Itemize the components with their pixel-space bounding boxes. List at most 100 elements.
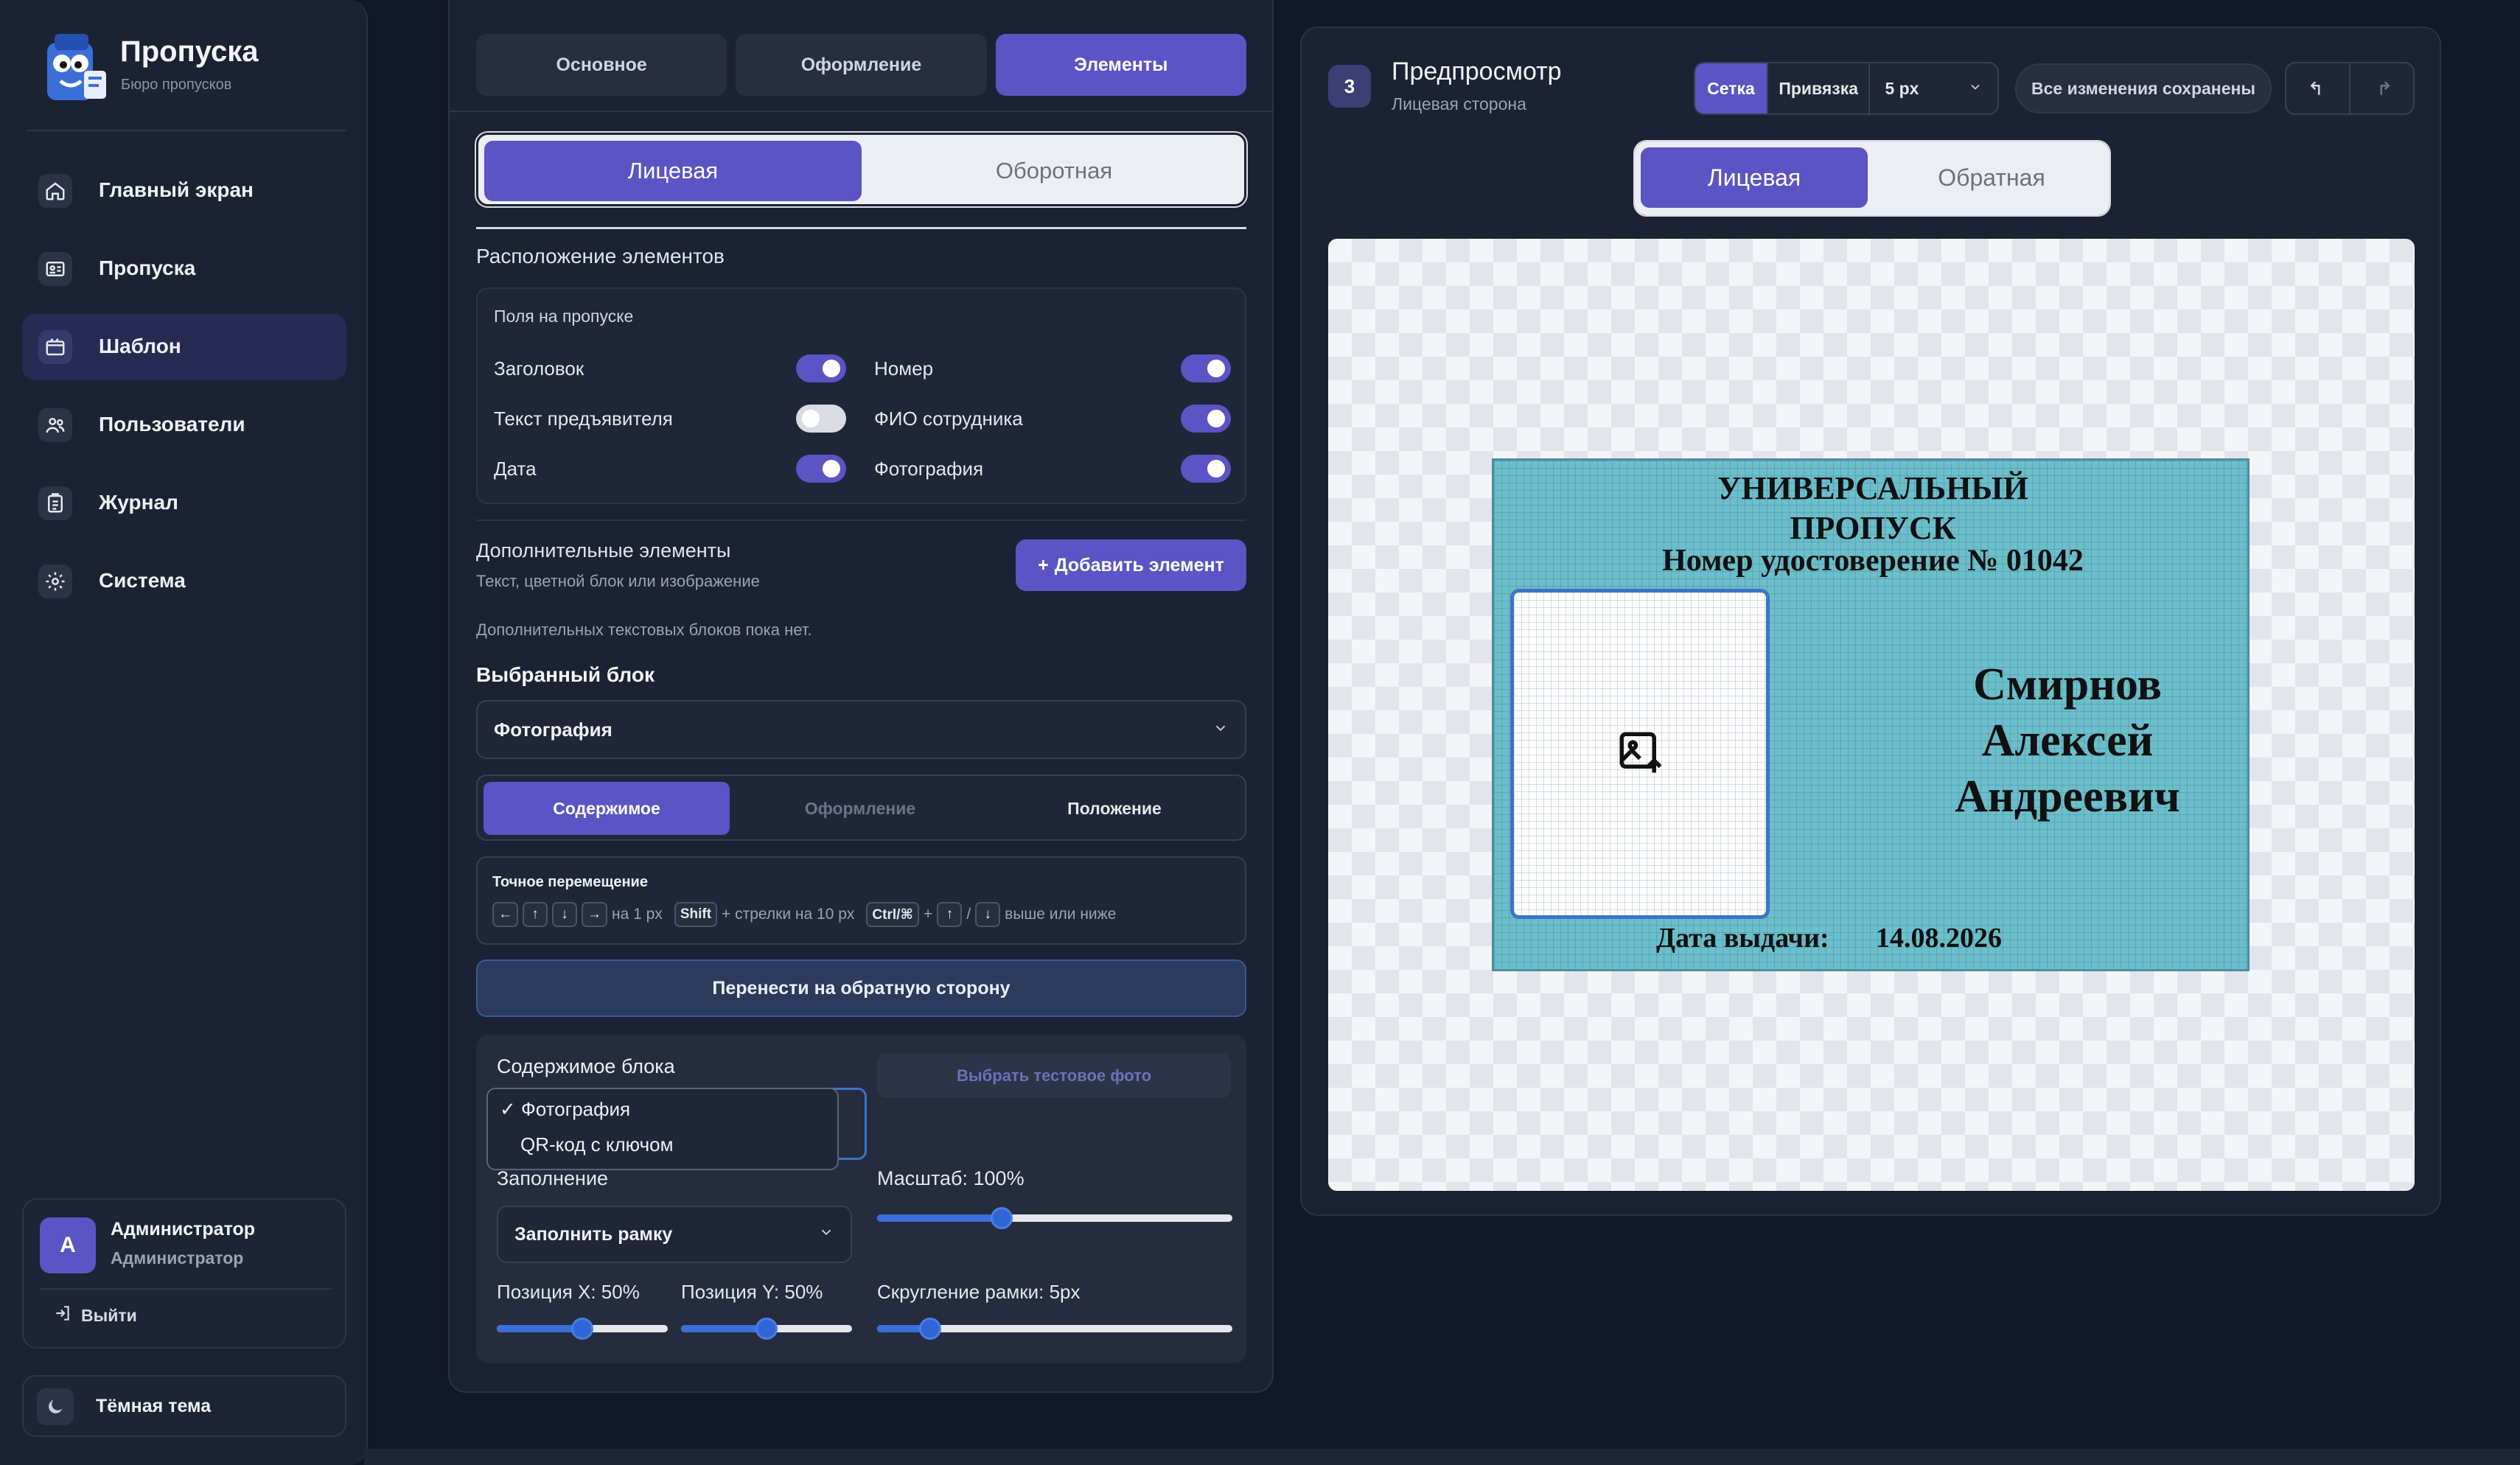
- subtab-content[interactable]: Содержимое: [484, 782, 730, 835]
- card-lastname[interactable]: Смирнов: [1863, 657, 2272, 713]
- tab-main[interactable]: Основное: [476, 34, 727, 96]
- preview-title: Предпросмотр: [1392, 57, 1562, 85]
- chevron-down-icon: [1968, 79, 1983, 99]
- card-patronymic[interactable]: Андреевич: [1863, 769, 2272, 825]
- snap-size-select[interactable]: 5 px: [1870, 63, 1997, 113]
- theme-toggle-button[interactable]: Тёмная тема: [22, 1375, 346, 1437]
- sidebar-item-home[interactable]: Главный экран: [22, 158, 346, 224]
- brand-subtitle: Бюро пропусков: [121, 77, 232, 93]
- side-front-button[interactable]: Лицевая: [484, 141, 862, 201]
- hint-text: /: [966, 906, 971, 923]
- preview-canvas: УНИВЕРСАЛЬНЫЙ ПРОПУСК Номер удостоверени…: [1328, 239, 2415, 1191]
- block-content-card: Содержимое блока Выбрать тестовое фото ✓…: [476, 1035, 1246, 1363]
- card-photo-frame[interactable]: [1510, 589, 1770, 919]
- field-toggle-fullname[interactable]: [1181, 405, 1231, 433]
- card-number[interactable]: Номер удостоверение № 01042: [1494, 543, 2252, 578]
- field-toggle-number[interactable]: [1181, 354, 1231, 382]
- slider-fill: [681, 1325, 767, 1332]
- arrow-right-key-icon: →: [582, 902, 607, 927]
- card-title-line2[interactable]: ПРОПУСК: [1494, 509, 2252, 547]
- move-to-back-button[interactable]: Перенести на обратную сторону: [476, 959, 1246, 1017]
- arrow-down-key-icon: ↓: [552, 902, 577, 927]
- grid-toggle-button[interactable]: Сетка: [1695, 63, 1768, 113]
- pass-card[interactable]: УНИВЕРСАЛЬНЫЙ ПРОПУСК Номер удостоверени…: [1492, 458, 2249, 971]
- subtab-design[interactable]: Оформление: [737, 782, 983, 835]
- theme-label: Тёмная тема: [96, 1396, 212, 1416]
- face-back-button[interactable]: Обратная: [1878, 147, 2105, 208]
- field-row: ФИО сотрудника: [874, 402, 1231, 435]
- arrow-left-key-icon: ←: [492, 902, 518, 927]
- preview-panel: 3 Предпросмотр Лицевая сторона Сетка При…: [1300, 27, 2441, 1216]
- id-card-icon: [38, 252, 72, 286]
- home-icon: [38, 174, 72, 208]
- field-label: ФИО сотрудника: [874, 407, 1023, 430]
- field-row: Дата: [494, 452, 846, 485]
- undo-icon[interactable]: [2286, 63, 2350, 113]
- fill-select[interactable]: Заполнить рамку: [497, 1206, 852, 1263]
- user-name: Администратор: [111, 1219, 256, 1240]
- block-subtabs: Содержимое Оформление Положение: [476, 775, 1246, 841]
- user-divider: [40, 1288, 332, 1290]
- sidebar-item-passes[interactable]: Пропуска: [22, 236, 346, 302]
- field-toggle-bearer-text[interactable]: [796, 405, 846, 433]
- content-title: Содержимое блока: [497, 1055, 675, 1077]
- ctrl-key: Ctrl/⌘: [866, 902, 920, 927]
- sidebar: Пропуска Бюро пропусков Главный экран Пр…: [0, 0, 368, 1465]
- brand-name: Пропуска: [120, 35, 259, 68]
- tab-design[interactable]: Оформление: [736, 34, 987, 96]
- card-firstname[interactable]: Алексей: [1863, 713, 2272, 769]
- field-toggle-photo[interactable]: [1181, 455, 1231, 483]
- slider-knob[interactable]: [571, 1318, 593, 1340]
- field-label: Текст предъявителя: [494, 407, 673, 430]
- side-switch: Лицевая Оборотная: [475, 131, 1248, 208]
- choose-test-photo-button[interactable]: Выбрать тестовое фото: [877, 1054, 1231, 1098]
- card-title-line1[interactable]: УНИВЕРСАЛЬНЫЙ: [1494, 469, 2252, 507]
- field-toggle-title[interactable]: [796, 354, 846, 382]
- posx-slider[interactable]: [497, 1318, 668, 1340]
- sidebar-item-label: Система: [99, 569, 186, 592]
- layout-title: Расположение элементов: [476, 245, 725, 268]
- sidebar-item-journal[interactable]: Журнал: [22, 470, 346, 536]
- face-front-button[interactable]: Лицевая: [1641, 147, 1868, 208]
- sidebar-item-label: Пропуска: [99, 256, 196, 279]
- plus-icon: +: [1038, 554, 1049, 576]
- field-label: Заголовок: [494, 357, 584, 380]
- extra-subtitle: Текст, цветной блок или изображение: [476, 572, 760, 590]
- radius-slider[interactable]: [877, 1318, 1232, 1340]
- saved-status: Все изменения сохранены: [2015, 63, 2272, 113]
- snap-toggle-button[interactable]: Привязка: [1768, 63, 1871, 113]
- logout-icon: [53, 1304, 72, 1327]
- image-upload-icon: [1616, 728, 1664, 780]
- sidebar-item-users[interactable]: Пользователи: [22, 392, 346, 458]
- scale-slider[interactable]: [877, 1207, 1232, 1229]
- posy-slider[interactable]: [681, 1318, 852, 1340]
- card-date-label[interactable]: Дата выдачи:: [1656, 922, 1829, 954]
- divider: [476, 520, 1246, 521]
- radius-label: Скругление рамки: 5px: [877, 1281, 1081, 1303]
- hint-text: выше или ниже: [1005, 906, 1117, 923]
- tab-elements[interactable]: Элементы: [995, 34, 1246, 96]
- field-toggle-date[interactable]: [796, 455, 846, 483]
- journal-icon: [38, 486, 72, 520]
- card-date-value[interactable]: 14.08.2026: [1876, 922, 2002, 954]
- subtab-position[interactable]: Положение: [991, 782, 1238, 835]
- extra-empty-note: Дополнительных текстовых блоков пока нет…: [476, 620, 812, 639]
- sidebar-item-system[interactable]: Система: [22, 548, 346, 615]
- slider-knob[interactable]: [755, 1318, 778, 1340]
- user-role: Администратор: [111, 1248, 244, 1268]
- dropdown-option-photo[interactable]: ✓ Фотография: [500, 1098, 630, 1121]
- dropdown-option-qr[interactable]: QR-код с ключом: [520, 1133, 673, 1156]
- slider-knob[interactable]: [919, 1318, 942, 1340]
- add-element-button[interactable]: + Добавить элемент: [1016, 539, 1246, 591]
- logout-button[interactable]: Выйти: [53, 1298, 137, 1332]
- side-back-button[interactable]: Оборотная: [865, 141, 1243, 201]
- horizontal-scrollbar[interactable]: [364, 1449, 2520, 1465]
- redo-icon[interactable]: [2350, 63, 2413, 113]
- sidebar-item-label: Журнал: [99, 491, 178, 514]
- selected-block-select[interactable]: Фотография: [476, 700, 1246, 759]
- sidebar-item-template[interactable]: Шаблон: [22, 314, 346, 380]
- field-label: Фотография: [874, 457, 984, 480]
- slider-knob[interactable]: [990, 1207, 1013, 1229]
- fields-title: Поля на пропуске: [494, 307, 634, 326]
- selected-block-title: Выбранный блок: [476, 663, 655, 686]
